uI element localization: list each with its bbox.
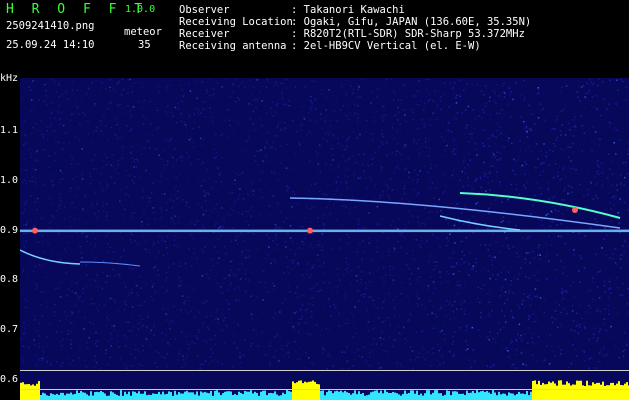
echo-hotspot [32,227,38,234]
waterfall-spectrogram [20,78,629,400]
y-tick-label: 0.9 [0,224,19,236]
header-panel: H R O F F T 1.0.0 2509241410.png 25.09.2… [0,0,629,72]
y-axis [0,72,20,400]
meteor-label: meteor [124,26,162,38]
y-axis-unit: kHz [0,73,19,84]
echo-hotspot [572,207,578,213]
y-tick-label: 0.8 [0,274,19,286]
waterfall-background [20,78,629,400]
info-val-antenna: : 2el-HB9CV Vertical (el. E-W) [291,40,481,52]
threshold-line-upper [20,370,629,371]
y-tick-label: 1.1 [0,125,19,136]
file-name: 2509241410.png [6,20,95,32]
carrier-line [20,229,629,233]
meteor-count: 35 [138,39,151,51]
y-tick-label: 0.7 [0,324,19,336]
info-key-antenna: Receiving antenna [179,40,287,52]
date-time: 25.09.24 14:10 [6,39,95,51]
app-version: 1.0.0 [125,4,156,15]
y-tick-label: 1.0 [0,174,19,186]
y-tick-label: 0.6 [0,374,19,385]
echo-hotspot [307,227,313,234]
threshold-line-lower [20,389,629,390]
